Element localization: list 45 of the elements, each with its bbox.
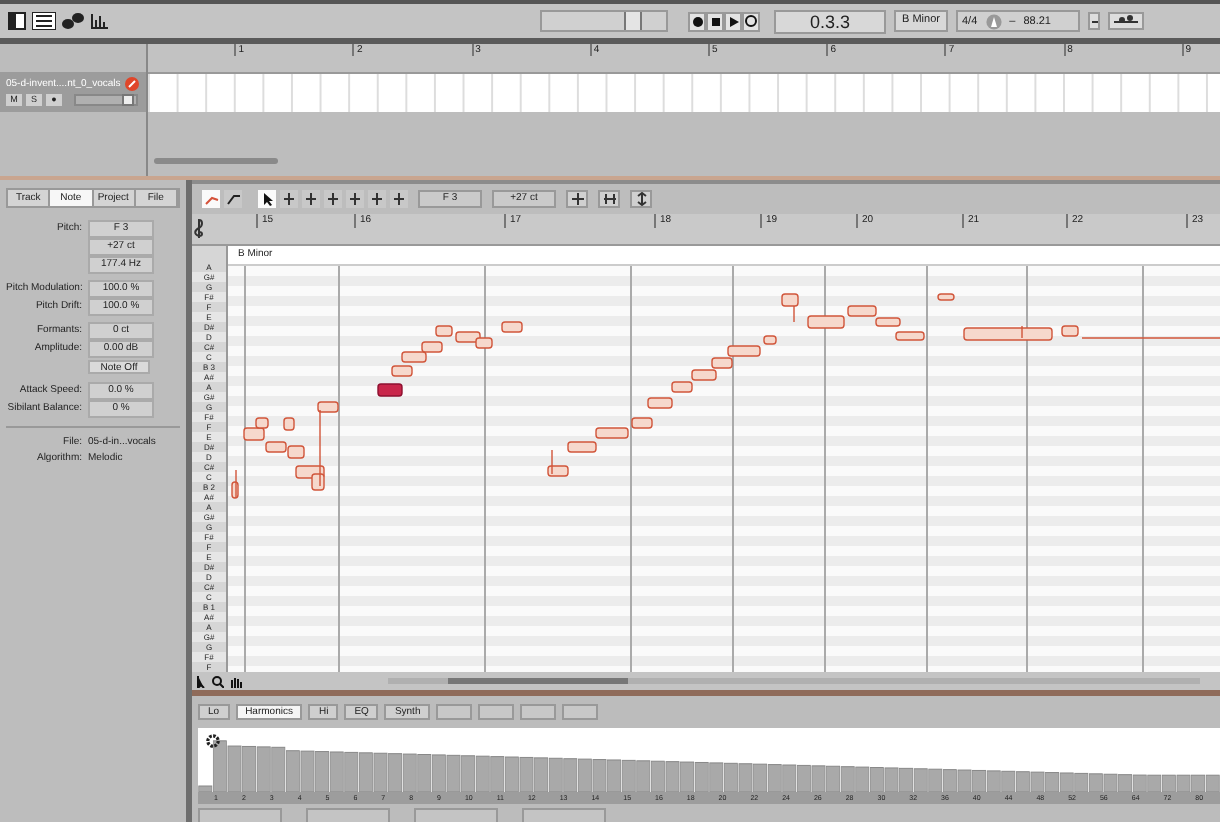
note-blobs-drawing[interactable] <box>231 293 1220 499</box>
pitch-tool-icon[interactable] <box>324 190 342 208</box>
control-field[interactable] <box>436 704 473 720</box>
chart-icon[interactable] <box>90 12 110 30</box>
zoom-icon[interactable] <box>212 675 224 687</box>
metronome-icon[interactable] <box>985 13 1002 29</box>
pitch-tool-icon[interactable] <box>368 190 386 208</box>
control-field[interactable] <box>306 808 390 822</box>
control-field[interactable] <box>478 704 515 720</box>
panel-icon[interactable] <box>8 12 26 30</box>
control-field[interactable] <box>522 808 606 822</box>
volume-slider-thumb[interactable] <box>122 94 135 106</box>
pitch-tool-icon[interactable] <box>280 190 298 208</box>
play-button[interactable] <box>724 11 742 31</box>
tempo-dropdown[interactable] <box>1088 12 1100 30</box>
link-icon[interactable] <box>124 76 141 92</box>
notes-icon[interactable] <box>1112 14 1140 28</box>
play-icon[interactable] <box>727 15 739 27</box>
record-button[interactable] <box>688 11 706 31</box>
quantize-button[interactable] <box>1108 12 1144 30</box>
control-field[interactable] <box>562 704 599 720</box>
zoom-slider-thumb[interactable] <box>624 12 643 30</box>
gear-icon[interactable] <box>206 734 220 748</box>
control-field[interactable] <box>520 704 557 720</box>
blobs-icon[interactable] <box>62 12 84 30</box>
pointer-icon[interactable] <box>196 675 206 687</box>
minus-icon[interactable] <box>1090 16 1098 26</box>
pitch-tool-icon[interactable] <box>390 190 408 208</box>
stop-icon[interactable] <box>709 15 721 27</box>
height-button[interactable] <box>630 190 652 208</box>
pitch-tool-icon[interactable] <box>302 190 320 208</box>
pointer-tool-icon[interactable] <box>258 190 276 208</box>
clef-icon <box>192 218 206 240</box>
control-field[interactable] <box>198 808 282 822</box>
scrollbar <box>154 158 279 164</box>
position-display: 0.3.3 <box>774 9 886 33</box>
pitch-tool-icon[interactable] <box>346 190 364 208</box>
stop-button[interactable] <box>706 11 724 31</box>
snap-button[interactable] <box>566 190 588 208</box>
record-icon[interactable] <box>691 15 703 27</box>
time-button[interactable] <box>598 190 620 208</box>
control-field[interactable] <box>414 808 498 822</box>
list-icon[interactable] <box>32 12 56 30</box>
pitch-mode-icon[interactable] <box>202 190 220 208</box>
curve-tool-icon[interactable] <box>224 190 242 208</box>
